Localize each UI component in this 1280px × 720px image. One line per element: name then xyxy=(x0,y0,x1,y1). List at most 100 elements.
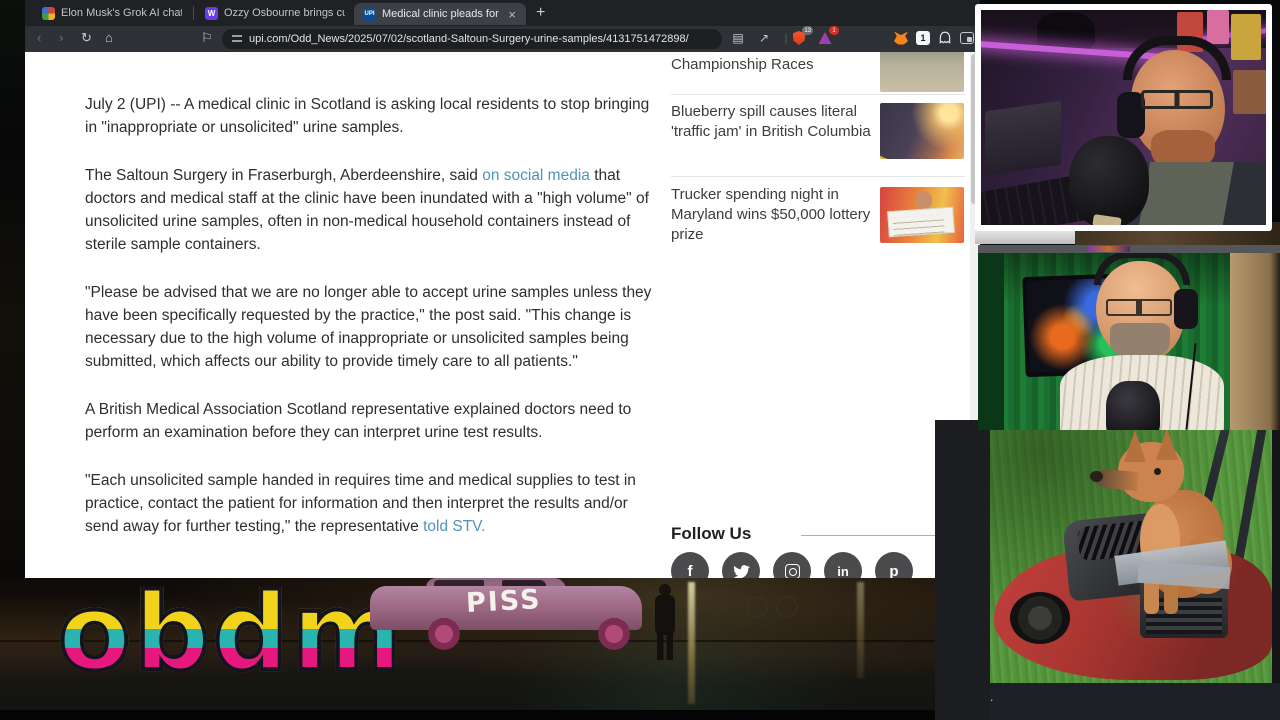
reader-mode-icon[interactable]: ▤ xyxy=(730,30,746,46)
follow-us-heading: Follow Us xyxy=(671,524,752,543)
related-story-link[interactable]: Trucker spending night in Maryland wins … xyxy=(671,185,879,245)
silhouette-legs xyxy=(657,632,673,660)
twitter-bird-glyph xyxy=(733,564,750,578)
wall-poster xyxy=(1231,14,1261,60)
tab-title: Medical clinic pleads for a stop t xyxy=(382,8,501,20)
metamask-fox-icon[interactable] xyxy=(893,30,909,46)
glasses xyxy=(1141,90,1213,109)
fox-glyph xyxy=(894,31,908,45)
upi-favicon: UPI xyxy=(363,7,376,21)
silhouette-body xyxy=(655,595,675,635)
glasses xyxy=(1106,299,1172,316)
tab-title: Elon Musk's Grok AI chatbot denies t xyxy=(61,7,182,19)
related-story-link[interactable]: Blueberry spill causes literal 'traffic … xyxy=(671,102,879,142)
car-wheel xyxy=(428,618,460,650)
tab-grok-article[interactable]: Elon Musk's Grok AI chatbot denies t xyxy=(33,0,191,26)
story-thumbnail[interactable] xyxy=(880,103,964,159)
share-icon[interactable]: ↗ xyxy=(756,30,772,46)
tab-title: Ozzy Osbourne brings curtain down xyxy=(224,7,345,19)
corner-dot-text: . xyxy=(990,690,994,704)
laptop xyxy=(985,100,1061,176)
article-body: July 2 (UPI) -- A medical clinic in Scot… xyxy=(85,93,657,563)
thumbnail-check xyxy=(887,206,955,238)
window-edge-strip xyxy=(975,230,1075,244)
headphone-earcup xyxy=(1174,289,1198,329)
fox-head xyxy=(1090,430,1184,502)
adblock-icon[interactable]: 1 xyxy=(817,26,839,46)
stream-background-left xyxy=(0,0,25,583)
bicycle-wheel xyxy=(746,596,768,618)
reload-icon[interactable]: ↻ xyxy=(81,30,92,46)
fox-ear xyxy=(1156,430,1178,460)
sidebar-panel-icon[interactable] xyxy=(959,30,975,46)
url-text[interactable]: upi.com/Odd_News/2025/07/02/scotland-Sal… xyxy=(249,33,689,45)
article-page: July 2 (UPI) -- A medical clinic in Scot… xyxy=(25,52,980,583)
fox-eye xyxy=(1154,468,1161,475)
light-reflection xyxy=(857,582,864,678)
fox-nose xyxy=(1090,471,1103,482)
wall-poster xyxy=(1233,70,1266,114)
wall-poster xyxy=(1207,10,1229,44)
fox-statue xyxy=(1090,430,1242,620)
shield-badge: 13 xyxy=(802,26,813,35)
scene-dark-column xyxy=(935,420,993,720)
count-glyph: 1 xyxy=(916,31,930,45)
thumbnail-person xyxy=(916,191,932,209)
article-paragraph: A British Medical Association Scotland r… xyxy=(85,401,632,441)
webcam-host-secondary xyxy=(978,245,1280,430)
paragraph-text: The Saltoun Surgery in Fraserburgh, Aber… xyxy=(85,167,483,184)
panel-glyph xyxy=(960,32,974,44)
story-thumbnail[interactable] xyxy=(880,187,964,243)
ghostery-icon[interactable] xyxy=(937,30,953,46)
tab-ozzy-article[interactable]: W Ozzy Osbourne brings curtain down xyxy=(196,0,354,26)
stream-banner: obdm PISS xyxy=(0,578,935,710)
article-paragraph: "Each unsolicited sample handed in requi… xyxy=(85,469,657,538)
tab-divider xyxy=(193,6,194,20)
microphone-foam xyxy=(1069,136,1149,225)
related-story-link[interactable]: Championship Races xyxy=(671,55,879,75)
scene-dark-edge xyxy=(1272,430,1280,683)
tab-medical-clinic-active[interactable]: UPI Medical clinic pleads for a stop t × xyxy=(354,3,526,25)
news-site-favicon xyxy=(42,6,55,20)
back-icon[interactable]: ‹ xyxy=(37,30,41,45)
purple-w-favicon: W xyxy=(205,6,218,20)
bottom-black-bar xyxy=(0,710,935,720)
scene-dark-bottom xyxy=(990,683,1280,720)
browser-toolbar: ‹ › ↻ ⌂ ⚐ upi.com/Odd_News/2025/07/02/sc… xyxy=(25,26,980,52)
fox-lawnmower-image xyxy=(990,430,1272,683)
home-icon[interactable]: ⌂ xyxy=(105,30,113,45)
webcam-top-bar xyxy=(978,245,1280,253)
instagram-glyph xyxy=(784,563,800,579)
site-settings-icon[interactable] xyxy=(232,35,242,43)
social-media-link[interactable]: on social media xyxy=(482,167,590,184)
car-wheel xyxy=(598,618,630,650)
light-reflection xyxy=(688,582,695,704)
person-silhouette xyxy=(652,584,678,660)
tab-close-icon[interactable]: × xyxy=(507,8,517,21)
microphone xyxy=(1106,381,1160,430)
bookmark-icon[interactable]: ⚐ xyxy=(201,30,213,46)
stream-stage: Elon Musk's Grok AI chatbot denies t W O… xyxy=(0,0,1280,720)
story-thumbnail[interactable] xyxy=(880,52,964,92)
tab-strip: Elon Musk's Grok AI chatbot denies t W O… xyxy=(25,0,980,26)
top-bar-decoration xyxy=(1088,246,1130,252)
sidebar-divider xyxy=(671,94,965,95)
sidebar-divider xyxy=(671,176,965,177)
demolition-car: PISS xyxy=(370,578,642,650)
bicycle-wheel xyxy=(776,596,798,618)
article-paragraph: "Please be advised that we are no longer… xyxy=(85,284,652,370)
stv-link[interactable]: told STV. xyxy=(423,518,485,535)
article-paragraph: July 2 (UPI) -- A medical clinic in Scot… xyxy=(85,96,650,136)
mower-wheel xyxy=(1010,592,1070,644)
forward-icon[interactable]: › xyxy=(59,30,63,45)
obdm-logo: obdm xyxy=(56,578,406,694)
brave-shield-icon[interactable]: 13 xyxy=(791,26,813,46)
extension-counter-icon[interactable]: 1 xyxy=(915,30,931,46)
fox-ear xyxy=(1124,430,1146,462)
bicycle-silhouette xyxy=(742,586,806,620)
article-paragraph: The Saltoun Surgery in Fraserburgh, Aber… xyxy=(85,164,657,256)
webcam-host-primary xyxy=(975,4,1272,231)
new-tab-button[interactable]: + xyxy=(536,4,545,22)
address-bar[interactable]: upi.com/Odd_News/2025/07/02/scotland-Sal… xyxy=(222,29,722,49)
ghost-glyph xyxy=(939,31,951,44)
